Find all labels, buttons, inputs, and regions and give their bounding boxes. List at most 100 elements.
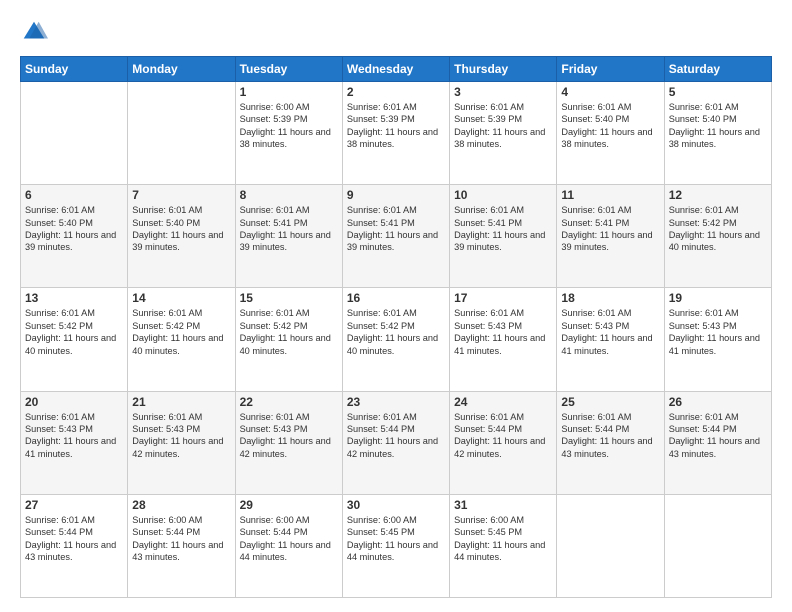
day-number: 19 [669,291,767,305]
day-content: Sunrise: 6:00 AM Sunset: 5:44 PM Dayligh… [240,514,338,564]
calendar-cell: 30 Sunrise: 6:00 AM Sunset: 5:45 PM Dayli… [342,494,449,597]
day-number: 13 [25,291,123,305]
day-number: 7 [132,188,230,202]
calendar-cell: 25 Sunrise: 6:01 AM Sunset: 5:44 PM Dayli… [557,391,664,494]
calendar-cell: 3 Sunrise: 6:01 AM Sunset: 5:39 PM Daylig… [450,82,557,185]
day-content: Sunrise: 6:00 AM Sunset: 5:45 PM Dayligh… [347,514,445,564]
calendar-cell: 15 Sunrise: 6:01 AM Sunset: 5:42 PM Dayli… [235,288,342,391]
calendar-cell: 8 Sunrise: 6:01 AM Sunset: 5:41 PM Daylig… [235,185,342,288]
weekday-header: Wednesday [342,57,449,82]
calendar-cell: 20Sunrise: 6:01 AM Sunset: 5:43 PM Dayli… [21,391,128,494]
day-content: Sunrise: 6:01 AM Sunset: 5:43 PM Dayligh… [25,411,123,461]
calendar-cell: 31 Sunrise: 6:00 AM Sunset: 5:45 PM Dayli… [450,494,557,597]
day-number: 17 [454,291,552,305]
day-number: 3 [454,85,552,99]
calendar-cell: 1Sunrise: 6:00 AM Sunset: 5:39 PM Daylig… [235,82,342,185]
calendar-cell: 17 Sunrise: 6:01 AM Sunset: 5:43 PM Dayli… [450,288,557,391]
day-content: Sunrise: 6:01 AM Sunset: 5:39 PM Dayligh… [454,101,552,151]
day-content: Sunrise: 6:01 AM Sunset: 5:44 PM Dayligh… [25,514,123,564]
logo-icon [20,18,48,46]
day-content: Sunrise: 6:01 AM Sunset: 5:43 PM Dayligh… [240,411,338,461]
day-content: Sunrise: 6:01 AM Sunset: 5:39 PM Dayligh… [347,101,445,151]
calendar-cell: 2 Sunrise: 6:01 AM Sunset: 5:39 PM Daylig… [342,82,449,185]
day-number: 25 [561,395,659,409]
calendar-week-row: 1Sunrise: 6:00 AM Sunset: 5:39 PM Daylig… [21,82,772,185]
day-content: Sunrise: 6:01 AM Sunset: 5:44 PM Dayligh… [347,411,445,461]
day-number: 2 [347,85,445,99]
calendar-cell: 27 Sunrise: 6:01 AM Sunset: 5:44 PM Dayli… [21,494,128,597]
calendar-cell: 10 Sunrise: 6:01 AM Sunset: 5:41 PM Dayli… [450,185,557,288]
day-content: Sunrise: 6:01 AM Sunset: 5:40 PM Dayligh… [561,101,659,151]
calendar-cell [557,494,664,597]
calendar-cell: 9 Sunrise: 6:01 AM Sunset: 5:41 PM Daylig… [342,185,449,288]
day-number: 18 [561,291,659,305]
calendar-cell: 11Sunrise: 6:01 AM Sunset: 5:41 PM Dayli… [557,185,664,288]
weekday-header: Sunday [21,57,128,82]
day-content: Sunrise: 6:01 AM Sunset: 5:40 PM Dayligh… [669,101,767,151]
day-content: Sunrise: 6:01 AM Sunset: 5:41 PM Dayligh… [454,204,552,254]
day-content: Sunrise: 6:00 AM Sunset: 5:45 PM Dayligh… [454,514,552,564]
calendar-cell [21,82,128,185]
day-content: Sunrise: 6:01 AM Sunset: 5:42 PM Dayligh… [25,307,123,357]
day-number: 5 [669,85,767,99]
day-number: 29 [240,498,338,512]
day-content: Sunrise: 6:00 AM Sunset: 5:44 PM Dayligh… [132,514,230,564]
day-number: 31 [454,498,552,512]
page: SundayMondayTuesdayWednesdayThursdayFrid… [0,0,792,612]
calendar-week-row: 20Sunrise: 6:01 AM Sunset: 5:43 PM Dayli… [21,391,772,494]
weekday-header: Tuesday [235,57,342,82]
calendar-cell: 26Sunrise: 6:01 AM Sunset: 5:44 PM Dayli… [664,391,771,494]
calendar-week-row: 27 Sunrise: 6:01 AM Sunset: 5:44 PM Dayli… [21,494,772,597]
day-number: 12 [669,188,767,202]
day-number: 9 [347,188,445,202]
day-content: Sunrise: 6:00 AM Sunset: 5:39 PM Dayligh… [240,101,338,151]
calendar-cell: 4Sunrise: 6:01 AM Sunset: 5:40 PM Daylig… [557,82,664,185]
calendar-table: SundayMondayTuesdayWednesdayThursdayFrid… [20,56,772,598]
calendar-cell: 28 Sunrise: 6:00 AM Sunset: 5:44 PM Dayli… [128,494,235,597]
day-number: 30 [347,498,445,512]
calendar-body: 1Sunrise: 6:00 AM Sunset: 5:39 PM Daylig… [21,82,772,598]
calendar-week-row: 13 Sunrise: 6:01 AM Sunset: 5:42 PM Dayli… [21,288,772,391]
day-content: Sunrise: 6:01 AM Sunset: 5:41 PM Dayligh… [240,204,338,254]
calendar-cell: 6Sunrise: 6:01 AM Sunset: 5:40 PM Daylig… [21,185,128,288]
calendar-cell: 18Sunrise: 6:01 AM Sunset: 5:43 PM Dayli… [557,288,664,391]
calendar-cell: 12Sunrise: 6:01 AM Sunset: 5:42 PM Dayli… [664,185,771,288]
calendar-cell: 5 Sunrise: 6:01 AM Sunset: 5:40 PM Daylig… [664,82,771,185]
weekday-header: Monday [128,57,235,82]
weekday-header: Thursday [450,57,557,82]
calendar-cell: 22 Sunrise: 6:01 AM Sunset: 5:43 PM Dayli… [235,391,342,494]
day-content: Sunrise: 6:01 AM Sunset: 5:43 PM Dayligh… [669,307,767,357]
day-number: 8 [240,188,338,202]
calendar-cell: 24Sunrise: 6:01 AM Sunset: 5:44 PM Dayli… [450,391,557,494]
day-number: 16 [347,291,445,305]
day-content: Sunrise: 6:01 AM Sunset: 5:43 PM Dayligh… [454,307,552,357]
calendar-header-row: SundayMondayTuesdayWednesdayThursdayFrid… [21,57,772,82]
calendar-cell: 29 Sunrise: 6:00 AM Sunset: 5:44 PM Dayli… [235,494,342,597]
day-number: 10 [454,188,552,202]
day-number: 26 [669,395,767,409]
logo [20,18,52,46]
day-content: Sunrise: 6:01 AM Sunset: 5:41 PM Dayligh… [347,204,445,254]
day-content: Sunrise: 6:01 AM Sunset: 5:43 PM Dayligh… [132,411,230,461]
day-number: 6 [25,188,123,202]
day-number: 22 [240,395,338,409]
calendar-cell: 7Sunrise: 6:01 AM Sunset: 5:40 PM Daylig… [128,185,235,288]
weekday-header: Saturday [664,57,771,82]
day-number: 14 [132,291,230,305]
day-content: Sunrise: 6:01 AM Sunset: 5:42 PM Dayligh… [347,307,445,357]
calendar-cell [664,494,771,597]
calendar-cell: 14 Sunrise: 6:01 AM Sunset: 5:42 PM Dayli… [128,288,235,391]
day-number: 15 [240,291,338,305]
header [20,18,772,46]
day-number: 23 [347,395,445,409]
calendar-cell: 21Sunrise: 6:01 AM Sunset: 5:43 PM Dayli… [128,391,235,494]
day-number: 27 [25,498,123,512]
day-number: 24 [454,395,552,409]
day-content: Sunrise: 6:01 AM Sunset: 5:44 PM Dayligh… [561,411,659,461]
weekday-header: Friday [557,57,664,82]
day-number: 28 [132,498,230,512]
day-content: Sunrise: 6:01 AM Sunset: 5:42 PM Dayligh… [132,307,230,357]
calendar-week-row: 6Sunrise: 6:01 AM Sunset: 5:40 PM Daylig… [21,185,772,288]
day-content: Sunrise: 6:01 AM Sunset: 5:42 PM Dayligh… [240,307,338,357]
day-number: 11 [561,188,659,202]
